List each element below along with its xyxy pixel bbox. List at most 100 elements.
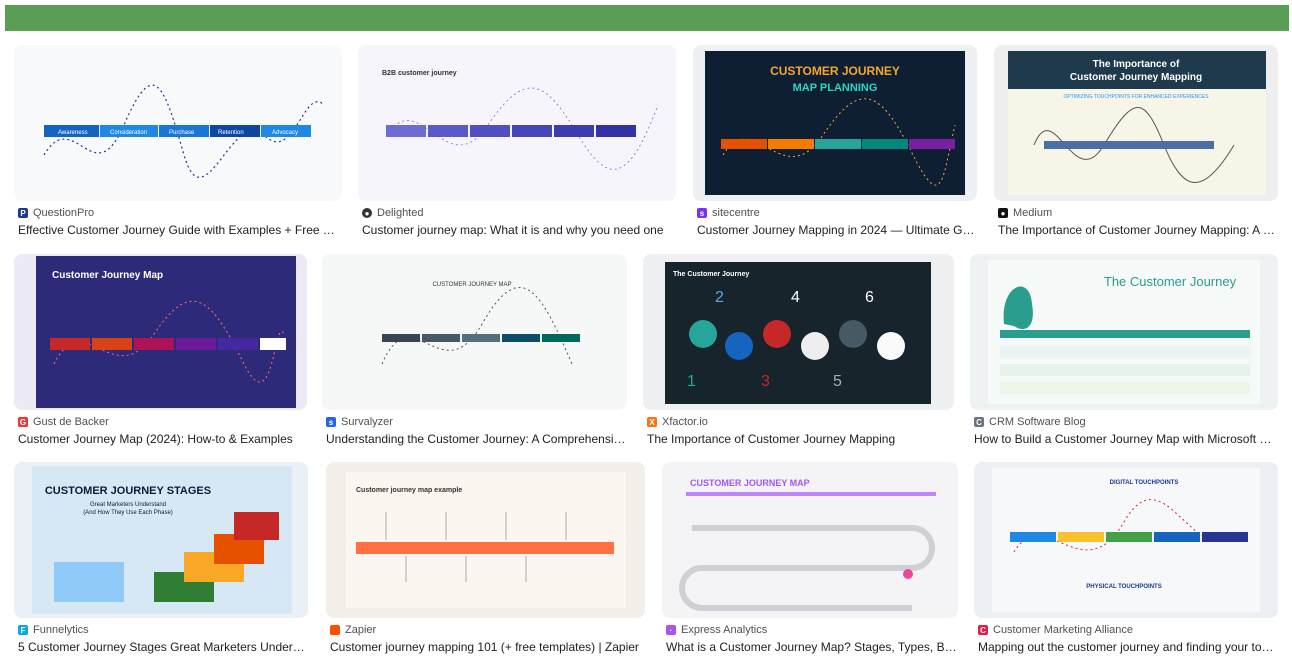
thumb-text: The Importance of <box>1093 59 1180 70</box>
result-card[interactable]: The Customer Journey 2 4 6 1 3 5 X Xfact… <box>643 254 954 449</box>
journey-diagram-image: Customer journey map example <box>346 472 626 608</box>
result-source[interactable]: · Express Analytics <box>666 624 767 636</box>
thumb-text: Purchase <box>169 130 195 136</box>
thumb-text: CUSTOMER JOURNEY MAP <box>690 478 810 488</box>
result-thumbnail[interactable]: Customer journey map example <box>326 462 645 618</box>
source-name: QuestionPro <box>33 207 95 219</box>
source-name: Zapier <box>345 624 377 636</box>
result-card[interactable]: The Importance of Customer Journey Mappi… <box>994 45 1278 240</box>
result-thumbnail[interactable]: Awareness Consideration Purchase Retenti… <box>14 45 342 201</box>
result-source[interactable]: ● Delighted <box>362 207 423 219</box>
thumb-text: 5 <box>833 373 842 390</box>
journey-diagram-image: DIGITAL TOUCHPOINTS PHYSICAL TOUCHPOINTS <box>992 468 1260 612</box>
thumb-text: OPTIMIZING TOUCHPOINTS FOR ENHANCED EXPE… <box>1063 94 1209 100</box>
journey-diagram-image: Awareness Consideration Purchase Retenti… <box>43 84 325 178</box>
result-card[interactable]: DIGITAL TOUCHPOINTS PHYSICAL TOUCHPOINTS… <box>974 462 1278 656</box>
thumb-text: 3 <box>761 373 770 390</box>
thumb-text: MAP PLANNING <box>793 82 878 94</box>
result-card[interactable]: CUSTOMER JOURNEY STAGES Great Marketers … <box>14 462 308 656</box>
result-title[interactable]: What is a Customer Journey Map? Stages, … <box>666 640 958 654</box>
funnelytics-icon: F <box>18 625 28 635</box>
result-thumbnail[interactable]: The Importance of Customer Journey Mappi… <box>994 45 1278 201</box>
thumb-text: Great Marketers Understand <box>90 502 166 508</box>
result-source[interactable]: G Gust de Backer <box>18 416 109 428</box>
result-title[interactable]: The Importance of Customer Journey Mappi… <box>998 223 1278 237</box>
result-title[interactable]: Mapping out the customer journey and fin… <box>978 640 1278 654</box>
result-source[interactable]: C Customer Marketing Alliance <box>978 624 1133 636</box>
result-card[interactable]: Customer Journey Map G Gust de Backer Cu… <box>14 254 307 449</box>
result-source[interactable]: s sitecentre <box>697 207 760 219</box>
thumb-text: DIGITAL TOUCHPOINTS <box>1110 480 1179 486</box>
source-name: Delighted <box>377 207 424 219</box>
result-thumbnail[interactable]: The Customer Journey 2 4 6 1 3 5 <box>643 254 954 410</box>
thumb-text: The Customer Journey <box>673 271 749 278</box>
thumb-text: B2B customer journey <box>382 70 457 77</box>
result-card[interactable]: B2B customer journey ● Delighted Custome… <box>358 45 676 240</box>
result-card[interactable]: The Customer Journey C CRM Software Blog… <box>970 254 1278 449</box>
source-name: Funnelytics <box>33 624 89 636</box>
thumb-text: CUSTOMER JOURNEY STAGES <box>45 485 211 497</box>
source-name: sitecentre <box>712 207 760 219</box>
result-thumbnail[interactable]: The Customer Journey <box>970 254 1278 410</box>
survalyzer-icon: s <box>326 417 336 427</box>
result-card[interactable]: CUSTOMER JOURNEY MAP s Survalyzer Unders… <box>322 254 627 449</box>
thumb-text: Customer journey map example <box>356 487 462 494</box>
customer-marketing-alliance-icon: C <box>978 625 988 635</box>
gust-de-backer-icon: G <box>18 417 28 427</box>
result-thumbnail[interactable]: DIGITAL TOUCHPOINTS PHYSICAL TOUCHPOINTS <box>974 462 1278 618</box>
journey-diagram-image: CUSTOMER JOURNEY STAGES Great Marketers … <box>32 466 292 614</box>
source-name: Medium <box>1013 207 1053 219</box>
thumb-text: Consideration <box>110 130 147 136</box>
thumb-text: Advocacy <box>272 130 298 136</box>
result-source[interactable]: P QuestionPro <box>18 207 94 219</box>
journey-diagram-image: CUSTOMER JOURNEY MAP <box>381 282 580 365</box>
express-analytics-icon: · <box>666 625 676 635</box>
result-title[interactable]: Customer Journey Mapping in 2024 — Ultim… <box>697 223 977 237</box>
result-title[interactable]: The Importance of Customer Journey Mappi… <box>647 432 953 446</box>
result-title[interactable]: Effective Customer Journey Guide with Ex… <box>18 223 340 237</box>
result-title[interactable]: How to Build a Customer Journey Map with… <box>974 432 1278 446</box>
result-title[interactable]: Customer journey mapping 101 (+ free tem… <box>330 640 644 654</box>
thumb-text: Awareness <box>58 130 88 136</box>
thumb-text: 6 <box>865 289 874 306</box>
thumb-text: CUSTOMER JOURNEY MAP <box>432 282 511 288</box>
delighted-icon: ● <box>362 208 372 218</box>
result-source[interactable]: Zapier <box>330 624 376 636</box>
result-source[interactable]: X Xfactor.io <box>647 416 708 428</box>
journey-diagram-image: CUSTOMER JOURNEY MAP PLANNING <box>705 51 965 195</box>
result-thumbnail[interactable]: Customer Journey Map <box>14 254 307 410</box>
thumb-text: CUSTOMER JOURNEY <box>770 64 900 78</box>
journey-diagram-image: Customer Journey Map <box>36 256 296 408</box>
journey-diagram-image: The Importance of Customer Journey Mappi… <box>1008 51 1266 195</box>
result-title[interactable]: 5 Customer Journey Stages Great Marketer… <box>18 640 308 654</box>
result-title[interactable]: Understanding the Customer Journey: A Co… <box>326 432 626 446</box>
result-source[interactable]: s Survalyzer <box>326 416 393 428</box>
journey-diagram-image: The Customer Journey <box>988 260 1260 404</box>
result-source[interactable]: ● Medium <box>998 207 1052 219</box>
result-thumbnail[interactable]: CUSTOMER JOURNEY STAGES Great Marketers … <box>14 462 308 618</box>
thumb-text: The Customer Journey <box>1104 274 1237 289</box>
sitecentre-icon: s <box>697 208 707 218</box>
result-thumbnail[interactable]: CUSTOMER JOURNEY MAP <box>662 462 958 618</box>
thumb-text: 4 <box>791 289 800 306</box>
thumb-text: Customer Journey Map <box>52 270 163 281</box>
journey-diagram-image: B2B customer journey <box>382 70 659 170</box>
result-source[interactable]: C CRM Software Blog <box>974 416 1086 428</box>
thumb-text: 2 <box>715 289 724 306</box>
result-thumbnail[interactable]: CUSTOMER JOURNEY MAP PLANNING <box>693 45 977 201</box>
result-title[interactable]: Customer Journey Map (2024): How-to & Ex… <box>18 432 306 446</box>
source-name: Express Analytics <box>681 624 768 636</box>
result-thumbnail[interactable]: B2B customer journey <box>358 45 676 201</box>
thumb-text: PHYSICAL TOUCHPOINTS <box>1086 584 1161 590</box>
source-name: CRM Software Blog <box>989 416 1086 428</box>
source-name: Survalyzer <box>341 416 393 428</box>
result-card[interactable]: CUSTOMER JOURNEY MAP · Express Analytics… <box>662 462 958 656</box>
thumb-text: (And How They Use Each Phase) <box>83 510 173 516</box>
result-thumbnail[interactable]: CUSTOMER JOURNEY MAP <box>322 254 627 410</box>
zapier-icon <box>330 625 340 635</box>
result-card[interactable]: Awareness Consideration Purchase Retenti… <box>14 45 342 240</box>
result-card[interactable]: CUSTOMER JOURNEY MAP PLANNING s sitecent… <box>693 45 977 240</box>
result-source[interactable]: F Funnelytics <box>18 624 89 636</box>
result-card[interactable]: Customer journey map example Zapier Cust… <box>326 462 645 656</box>
result-title[interactable]: Customer journey map: What it is and why… <box>362 223 676 237</box>
